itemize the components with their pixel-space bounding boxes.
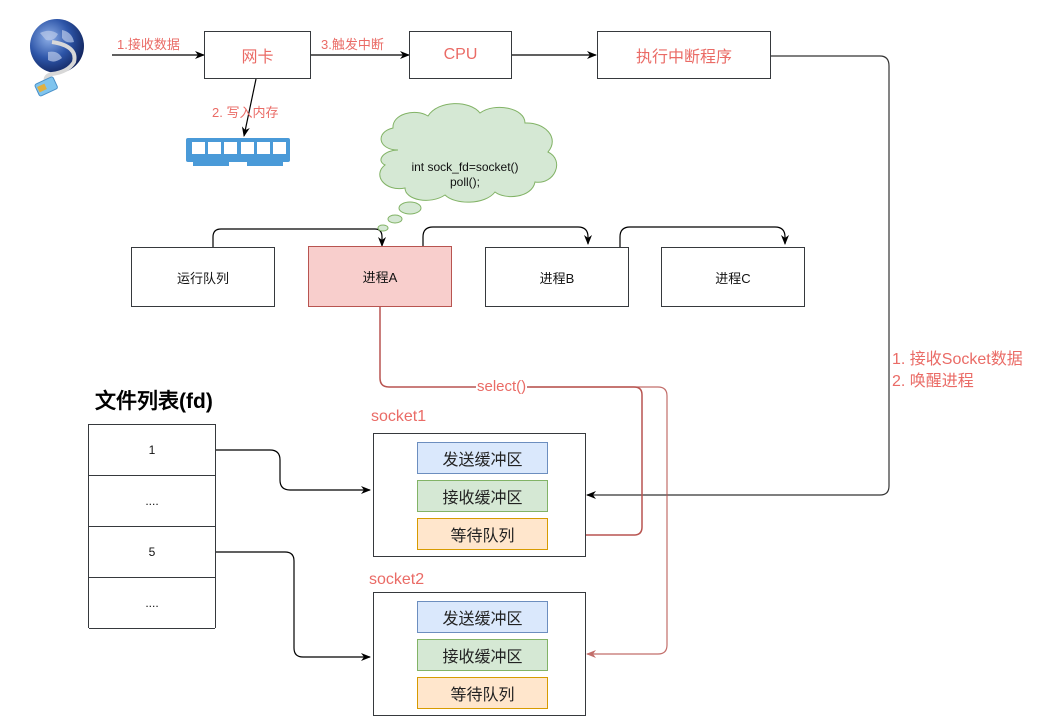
fd-row: 5 — [89, 527, 215, 578]
fd-row: .... — [89, 578, 215, 629]
process-c-box: 进程C — [661, 247, 805, 307]
fd-row: 1 — [89, 425, 215, 476]
process-c-label: 进程C — [715, 270, 751, 286]
edge-fd5-socket2 — [216, 551, 371, 661]
nic-box: 网卡 — [204, 31, 311, 79]
process-b-label: 进程B — [539, 270, 575, 286]
interrupt-handler-label: 执行中断程序 — [635, 49, 732, 66]
cpu-box: CPU — [409, 31, 512, 79]
thought-line1: int sock_fd=socket() — [411, 160, 519, 174]
run-queue-box: 运行队列 — [131, 247, 275, 307]
socket1-box: 发送缓冲区 接收缓冲区 等待队列 — [373, 433, 586, 557]
socket2-label: socket2 — [369, 571, 425, 588]
interrupt-handler-box: 执行中断程序 — [597, 31, 771, 79]
socket1-recv-buffer: 接收缓冲区 — [417, 480, 548, 512]
thought-line2: poll(); — [449, 175, 480, 189]
interrupt-note-line2: 2. 唤醒进程 — [892, 373, 974, 390]
socket2-recv-buffer: 接收缓冲区 — [417, 639, 548, 671]
socket1-send-buffer: 发送缓冲区 — [417, 442, 548, 474]
network-globe-icon — [30, 19, 84, 97]
edge-a-b — [422, 226, 592, 248]
step2-label: 2. 写入内存 — [212, 105, 279, 120]
fd-table: 1 .... 5 .... — [88, 424, 216, 629]
cpu-label: CPU — [443, 46, 478, 63]
socket2-box: 发送缓冲区 接收缓冲区 等待队列 — [373, 592, 586, 716]
socket1-wait-queue: 等待队列 — [417, 518, 548, 550]
nic-label: 网卡 — [241, 49, 274, 66]
process-b-box: 进程B — [485, 247, 629, 307]
fd-table-title: 文件列表(fd) — [95, 390, 213, 413]
interrupt-note: 1. 接收Socket数据 2. 唤醒进程 — [892, 349, 1023, 393]
edge-fd1-socket1 — [216, 449, 371, 494]
process-a-label: 进程A — [362, 270, 398, 285]
fd-row: .... — [89, 476, 215, 527]
run-queue-label: 运行队列 — [176, 270, 229, 286]
socket1-label: socket1 — [371, 408, 427, 425]
process-a-box: 进程A — [308, 246, 452, 307]
interrupt-note-line1: 1. 接收Socket数据 — [892, 351, 1023, 368]
step1-label: 1.接收数据 — [117, 37, 180, 52]
edge-b-c — [619, 226, 789, 248]
memory-module-icon — [186, 138, 290, 166]
socket2-wait-queue: 等待队列 — [417, 677, 548, 709]
thought-text: int sock_fd=socket() poll(); — [390, 160, 540, 190]
socket2-send-buffer: 发送缓冲区 — [417, 601, 548, 633]
select-label: select() — [476, 378, 528, 395]
step3-label: 3.触发中断 — [321, 37, 384, 52]
